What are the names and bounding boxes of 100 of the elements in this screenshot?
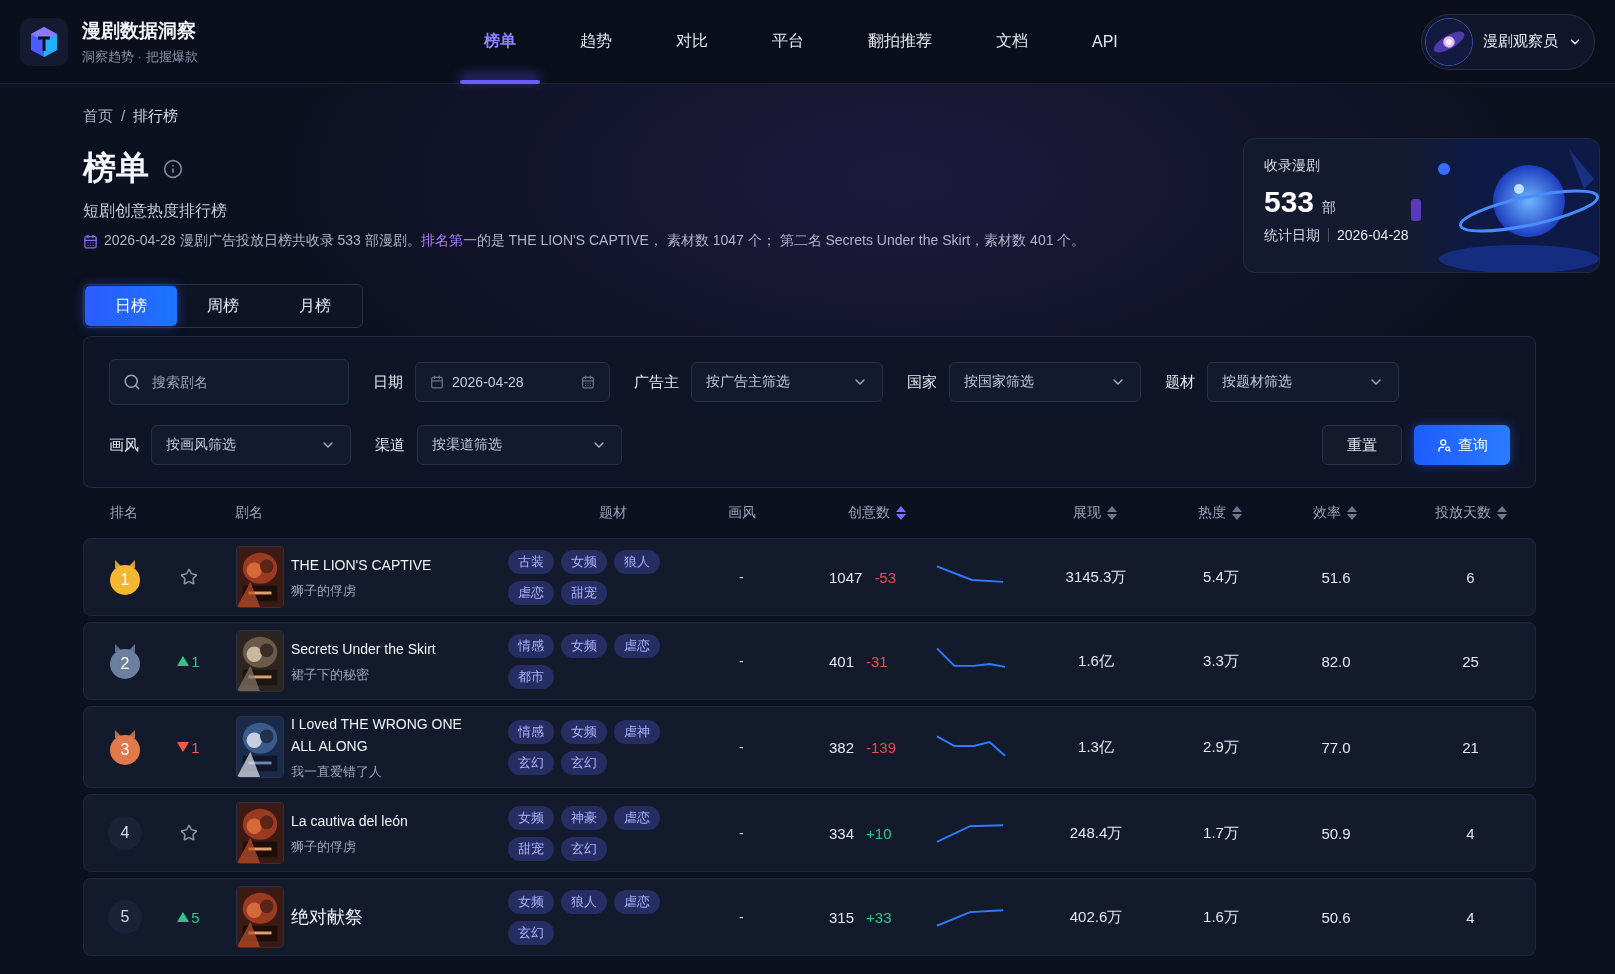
table-cell: 382	[829, 738, 855, 756]
logo-icon	[20, 17, 68, 66]
delta-value: +10	[866, 824, 892, 842]
genre-tag: 狼人	[614, 549, 660, 574]
drama-title[interactable]: La cautiva del león	[291, 810, 471, 832]
stats-date-label: 统计日期	[1264, 228, 1329, 242]
filter-label: 渠道	[375, 435, 405, 455]
table-cell: 21	[1462, 738, 1479, 756]
drama-subtitle: 狮子的俘虏	[291, 582, 357, 600]
genre-tag: 玄幻	[561, 836, 607, 861]
column-header[interactable]: 创意数	[848, 504, 890, 522]
stats-label: 收录漫剧	[1264, 157, 1321, 175]
table-cell: 51.6	[1321, 568, 1351, 586]
table-cell: 50.6	[1321, 908, 1351, 926]
select-field[interactable]: 按渠道筛选	[417, 425, 622, 465]
drama-title[interactable]: Secrets Under the Skirt	[291, 638, 471, 660]
genre-tag: 女频	[508, 805, 554, 830]
table-cell-text: -	[738, 739, 744, 755]
period-tab[interactable]: 月榜	[269, 286, 361, 326]
calendar-icon	[83, 233, 98, 249]
sort-icon[interactable]	[1496, 506, 1507, 520]
sort-icon[interactable]	[1347, 506, 1357, 520]
filter-label: 题材	[1165, 372, 1195, 392]
table-cell: 2.9万	[1203, 737, 1239, 757]
rank-change: 5	[177, 908, 200, 926]
genre-tag: 狼人	[561, 889, 607, 914]
column-header[interactable]: 投放天数	[1434, 504, 1491, 522]
sort-icon[interactable]	[896, 506, 906, 520]
genre-tag: 情感	[508, 719, 554, 744]
search-field[interactable]: 搜索剧名	[109, 359, 349, 405]
column-header[interactable]: 效率	[1313, 504, 1341, 522]
select-field[interactable]: 按广告主筛选	[691, 362, 883, 402]
table-row[interactable]: 1 THE LION'S CAPTIVE 狮子的俘虏 古装 女频 狼人 虐恋 甜宠 - 1047 -53 3145.3万 5.4万 51.6 6	[83, 538, 1536, 616]
column-header: 排名	[110, 504, 138, 522]
nav-tab[interactable]: 榜单	[452, 0, 548, 84]
star-icon[interactable]	[179, 568, 198, 586]
breadcrumb-current: 排行榜	[133, 107, 179, 126]
period-tab[interactable]: 日榜	[85, 286, 177, 326]
drama-title[interactable]: 绝对献祭	[291, 906, 471, 928]
column-header[interactable]: 热度	[1198, 504, 1226, 522]
query-button[interactable]: 查询	[1414, 425, 1510, 465]
nav-tab[interactable]: API	[1060, 0, 1150, 84]
genre-tag: 虐恋	[614, 805, 660, 830]
select-field[interactable]: 按国家筛选	[949, 362, 1141, 402]
nav-tab[interactable]: 对比	[644, 0, 740, 84]
genre-tag: 女频	[508, 889, 554, 914]
table-cell: 3145.3万	[1065, 567, 1127, 587]
rank-number: 4	[108, 816, 142, 850]
column-header: 画风	[728, 504, 756, 522]
table-cell: 1047	[829, 568, 863, 586]
select-field[interactable]: 按题材筛选	[1207, 362, 1399, 402]
nav-tab[interactable]: 平台	[740, 0, 836, 84]
info-icon[interactable]	[163, 158, 183, 179]
page-subtitle: 短剧创意热度排行榜	[83, 201, 228, 221]
table-row[interactable]: 5 5 绝对献祭 女频 狼人 虐恋 玄幻 - 315 +33 402.6万 1.6万 50.6 4	[83, 878, 1536, 956]
stats-date: 2026-04-28	[1337, 227, 1409, 243]
column-header: 题材	[598, 504, 627, 522]
period-tab[interactable]: 周榜	[177, 286, 269, 326]
star-icon[interactable]	[179, 824, 198, 842]
genre-tag: 虐恋	[614, 633, 660, 658]
genre-tag: 虐神	[614, 719, 660, 744]
column-header[interactable]: 展现	[1073, 504, 1101, 522]
genre-tag: 神豪	[561, 805, 607, 830]
select-field[interactable]: 按画风筛选	[151, 425, 351, 465]
table-cell: 77.0	[1321, 738, 1351, 756]
rank-number: 5	[108, 900, 142, 934]
drama-subtitle: 狮子的俘虏	[291, 838, 357, 856]
table-cell: 4	[1466, 908, 1475, 926]
drama-title[interactable]: I Loved THE WRONG ONE ALL ALONG	[291, 713, 471, 757]
table-cell: 402.6万	[1069, 907, 1123, 927]
date-field[interactable]: 2026-04-28	[415, 362, 610, 402]
nav-tab[interactable]: 文档	[964, 0, 1060, 84]
table-row[interactable]: 4 La cautiva del león 狮子的俘虏 女频 神豪 虐恋 甜宠 玄幻 - 334 +10 248.4万 1.7万 50.9 4	[83, 794, 1536, 872]
genre-tag: 情感	[508, 633, 554, 658]
table-cell: 1.3亿	[1078, 737, 1114, 757]
table-cell-text: -	[738, 569, 744, 585]
table-cell: 1.6亿	[1078, 651, 1114, 671]
filter-label: 日期	[373, 372, 403, 392]
reset-button[interactable]: 重置	[1322, 425, 1402, 465]
sort-icon[interactable]	[1107, 506, 1117, 520]
filter-label: 画风	[109, 435, 139, 455]
genre-tag: 甜宠	[508, 836, 554, 861]
calendar-icon[interactable]	[581, 375, 595, 389]
sort-icon[interactable]	[1232, 506, 1242, 520]
delta-value: -53	[874, 568, 897, 586]
stats-value: 533	[1264, 185, 1315, 219]
drama-title[interactable]: THE LION'S CAPTIVE	[291, 554, 471, 576]
rank-change: 1	[177, 738, 200, 756]
genre-tag: 虐恋	[614, 889, 660, 914]
genre-tag: 女频	[561, 549, 607, 574]
nav-tab[interactable]: 趋势	[548, 0, 644, 84]
table-row[interactable]: 3 1 I Loved THE WRONG ONE ALL ALONG 我一直爱错了人 情感 女频 虐神 玄幻 玄幻 - 382 -139 1.3亿 2.9万 77.0 21	[83, 706, 1536, 788]
nav-tab[interactable]: 翻拍推荐	[836, 0, 964, 84]
summary-text: 2026-04-28 漫剧广告投放日榜共收录 533 部漫剧。排名第一的是 THE LION'S CAPTIVE， 素材数 1047 个； 第二名 Secrets Under the Skirt，素材数 401 个。	[104, 232, 1086, 250]
breadcrumb-link[interactable]: 首页	[83, 107, 113, 126]
user-menu[interactable]: 漫剧观察员	[1421, 13, 1595, 70]
genre-tag: 玄幻	[508, 920, 554, 945]
genre-tag: 虐恋	[508, 580, 554, 605]
drama-subtitle: 我一直爱错了人	[291, 763, 383, 781]
table-row[interactable]: 2 1 Secrets Under the Skirt 裙子下的秘密 情感 女频 虐恋 都市 - 401 -31 1.6亿 3.3万 82.0 25	[83, 622, 1536, 700]
